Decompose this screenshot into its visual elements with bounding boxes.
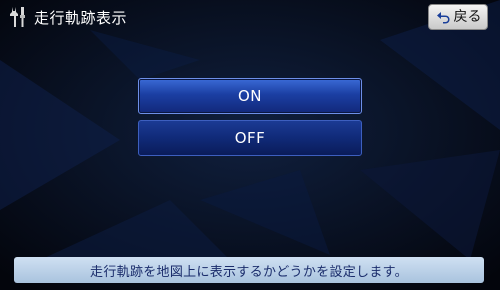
header-bar: 走行軌跡表示 戻る	[0, 0, 500, 36]
page-title: 走行軌跡表示	[34, 9, 128, 27]
back-button[interactable]: 戻る	[428, 4, 488, 30]
on-button[interactable]: ON	[138, 78, 362, 114]
return-arrow-icon	[436, 12, 449, 24]
off-button[interactable]: OFF	[138, 120, 362, 156]
wrench-screwdriver-icon	[10, 7, 25, 27]
on-button-label: ON	[237, 87, 263, 105]
help-text: 走行軌跡を地図上に表示するかどうかを設定します。	[90, 264, 408, 280]
help-text-bar: 走行軌跡を地図上に表示するかどうかを設定します。	[14, 257, 484, 283]
off-button-label: OFF	[234, 129, 266, 147]
back-button-label: 戻る	[453, 9, 482, 25]
